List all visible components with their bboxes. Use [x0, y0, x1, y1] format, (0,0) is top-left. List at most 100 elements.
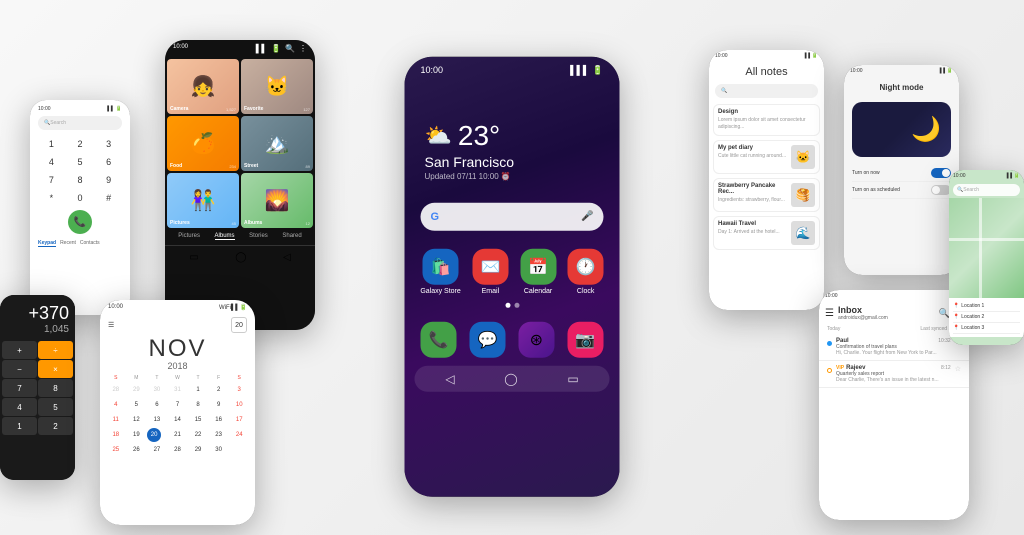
calc-btn-8[interactable]: 8 [38, 379, 73, 397]
app-row-1: 🛍️ Galaxy Store ✉️ Email 📅 Calendar 🕐 Cl… [415, 248, 610, 294]
dialer-key-0[interactable]: 0 [67, 190, 94, 206]
app-calendar[interactable]: 📅 Calendar [520, 248, 556, 294]
bottom-navigation: ◁ ◯ ▭ [415, 365, 610, 391]
gallery-item-street[interactable]: 🏔️ Street 89 [241, 116, 313, 171]
scene: 10:00 ▌▌ 🔋 🔍 Search 1 2 3 4 5 6 7 8 9 * … [0, 0, 1024, 535]
dialer-status: 10:00 ▌▌ 🔋 [34, 104, 126, 114]
gallery-item-camera[interactable]: 👧 Camera 1,527 [167, 59, 239, 114]
gallery-grid: 👧 Camera 1,527 🐱 Favorite 127 🍊 Food 234… [165, 57, 315, 230]
calc-btn-divide[interactable]: ÷ [38, 341, 73, 359]
phone-calculator: +370 1,045 + ÷ − × 7 8 4 5 1 2 [0, 295, 75, 480]
notes-list: Design Lorem ipsum dolor sit amet consec… [709, 100, 824, 258]
phone-calendar: 10:00 WiFi▌▌🔋 ☰ 20 NOV 2018 SMTWTFS 28 2… [100, 300, 255, 525]
email-sync-row: Today Last synced 10:32 [819, 324, 969, 334]
main-search-bar[interactable]: G 🎤 [421, 202, 604, 230]
maps-status: 10:00 ▌▌🔋 [949, 170, 1024, 182]
dialer-key-hash[interactable]: # [95, 190, 122, 206]
dialer-key-6[interactable]: 6 [95, 154, 122, 170]
dialer-key-8[interactable]: 8 [67, 172, 94, 188]
email-address: androidux@gmail.com [838, 315, 935, 321]
night-mode-settings: Turn on now Turn on as scheduled [844, 161, 959, 203]
calc-btn-minus[interactable]: − [2, 360, 37, 378]
notes-item-hawaii[interactable]: Hawaii Travel Day 1: Arrived at the hote… [713, 216, 820, 250]
notes-title: All notes [709, 62, 824, 82]
gallery-bottom-nav: ▭ ◯ ◁ [165, 245, 315, 269]
weather-temperature: 23° [458, 119, 500, 151]
night-toggle-scheduled[interactable] [931, 185, 951, 195]
app-galaxy-store[interactable]: 🛍️ Galaxy Store [420, 248, 460, 294]
phone-maps: 10:00 ▌▌🔋 🔍 Search 📍 Location 1 📍 Locati… [949, 170, 1024, 345]
email-star-rajeev[interactable]: ☆ [955, 365, 961, 373]
dial-call-button[interactable]: 📞 [68, 210, 92, 234]
gallery-item-pictures[interactable]: 👫 Pictures 45 [167, 173, 239, 228]
calendar-month: NOV [100, 335, 255, 363]
phone-dialer: 10:00 ▌▌ 🔋 🔍 Search 1 2 3 4 5 6 7 8 9 * … [30, 100, 130, 315]
email-item-rajeev[interactable]: VIP Rajeev 8:12 Quarterly sales report D… [819, 361, 969, 388]
calendar-day-headers: SMTWTFS [100, 371, 255, 383]
maps-search[interactable]: 🔍 Search [953, 184, 1020, 196]
app-camera[interactable]: 📷 [567, 321, 603, 357]
maps-list-item-2[interactable]: 📍 Location 2 [953, 312, 1020, 323]
calc-btn-2[interactable]: 2 [38, 417, 73, 435]
nav-back[interactable]: ◁ [445, 371, 454, 385]
maps-list-item-1[interactable]: 📍 Location 1 [953, 301, 1020, 312]
dialer-key-4[interactable]: 4 [38, 154, 65, 170]
email-menu-icon[interactable]: ☰ [825, 308, 834, 319]
night-turn-on-now: Turn on now [852, 165, 951, 182]
night-mode-title: Night mode [850, 83, 953, 92]
notes-item-image: 🐱 [791, 145, 815, 169]
dialer-search[interactable]: 🔍 Search [38, 116, 122, 130]
dialer-key-2[interactable]: 2 [67, 136, 94, 152]
notes-item-image3: 🌊 [791, 221, 815, 245]
nav-home[interactable]: ◯ [504, 371, 517, 385]
phone-notes: 10:00 ▌▌🔋 All notes 🔍 Design Lorem ipsum… [709, 50, 824, 310]
calc-btn-7[interactable]: 7 [2, 379, 37, 397]
email-item-paul[interactable]: Paul 10:32 Confirmation of travel plans … [819, 334, 969, 361]
moon-icon: 🌙 [911, 115, 941, 144]
notes-item-design[interactable]: Design Lorem ipsum dolor sit amet consec… [713, 104, 820, 136]
dialer-key-9[interactable]: 9 [95, 172, 122, 188]
page-indicator [415, 302, 610, 307]
calc-btn-4[interactable]: 4 [2, 398, 37, 416]
dialer-key-5[interactable]: 5 [67, 154, 94, 170]
dialer-key-1[interactable]: 1 [38, 136, 65, 152]
gallery-item-albums[interactable]: 🌄 Albums 12 [241, 173, 313, 228]
vip-indicator [827, 368, 832, 373]
night-toggle-on[interactable] [931, 168, 951, 178]
phone-gallery: 10:00 ▌▌ 🔋 🔍 ⋮ 👧 Camera 1,527 🐱 Favorite [165, 40, 315, 330]
microphone-icon[interactable]: 🎤 [581, 211, 593, 222]
calc-btn-multiply[interactable]: × [38, 360, 73, 378]
calc-sub-value: 1,045 [6, 324, 69, 335]
night-status: 10:00 ▌▌🔋 [844, 65, 959, 77]
maps-list-item-3[interactable]: 📍 Location 3 [953, 323, 1020, 334]
notes-item-strawberry[interactable]: Strawberry Pancake Rec... Ingredients: s… [713, 178, 820, 212]
phone-email: 10:00 ▌▌🔋 ☰ Inbox androidux@gmail.com 🔍 … [819, 290, 969, 520]
night-mode-header: Night mode [844, 77, 959, 98]
calc-btn-1[interactable]: 1 [2, 417, 37, 435]
dialer-key-3[interactable]: 3 [95, 136, 122, 152]
app-email[interactable]: ✉️ Email [472, 248, 508, 294]
app-clock[interactable]: 🕐 Clock [568, 248, 604, 294]
weather-city: San Francisco [425, 153, 600, 169]
calc-btn-5[interactable]: 5 [38, 398, 73, 416]
maps-list: 📍 Location 1 📍 Location 2 📍 Location 3 [949, 298, 1024, 337]
nav-recents[interactable]: ▭ [567, 371, 578, 385]
dialer-key-7[interactable]: 7 [38, 172, 65, 188]
notes-search[interactable]: 🔍 [715, 84, 818, 98]
calc-btn-plus[interactable]: + [2, 341, 37, 359]
night-mode-preview: 🌙 [852, 102, 951, 157]
notes-item-petdiary[interactable]: My pet diary Cute little cat running aro… [713, 140, 820, 174]
calendar-today-badge[interactable]: 20 [231, 317, 247, 333]
email-inbox-title: Inbox [838, 305, 935, 315]
gallery-item-food[interactable]: 🍊 Food 234 [167, 116, 239, 171]
dialer-key-star[interactable]: * [38, 190, 65, 206]
app-messenger[interactable]: ⊛ [518, 321, 554, 357]
gallery-item-favorite[interactable]: 🐱 Favorite 127 [241, 59, 313, 114]
app-phone[interactable]: 📞 [421, 321, 457, 357]
weather-icon: ⛅ [425, 122, 452, 148]
notes-status: 10:00 ▌▌🔋 [709, 50, 824, 62]
app-messages[interactable]: 💬 [470, 321, 506, 357]
weather-widget: ⛅ 23° San Francisco Updated 07/11 10:00 … [405, 79, 620, 190]
bottom-app-row: 📞 💬 ⊛ 📷 ◁ ◯ ▭ [405, 317, 620, 395]
email-status: 10:00 ▌▌🔋 [819, 290, 969, 302]
